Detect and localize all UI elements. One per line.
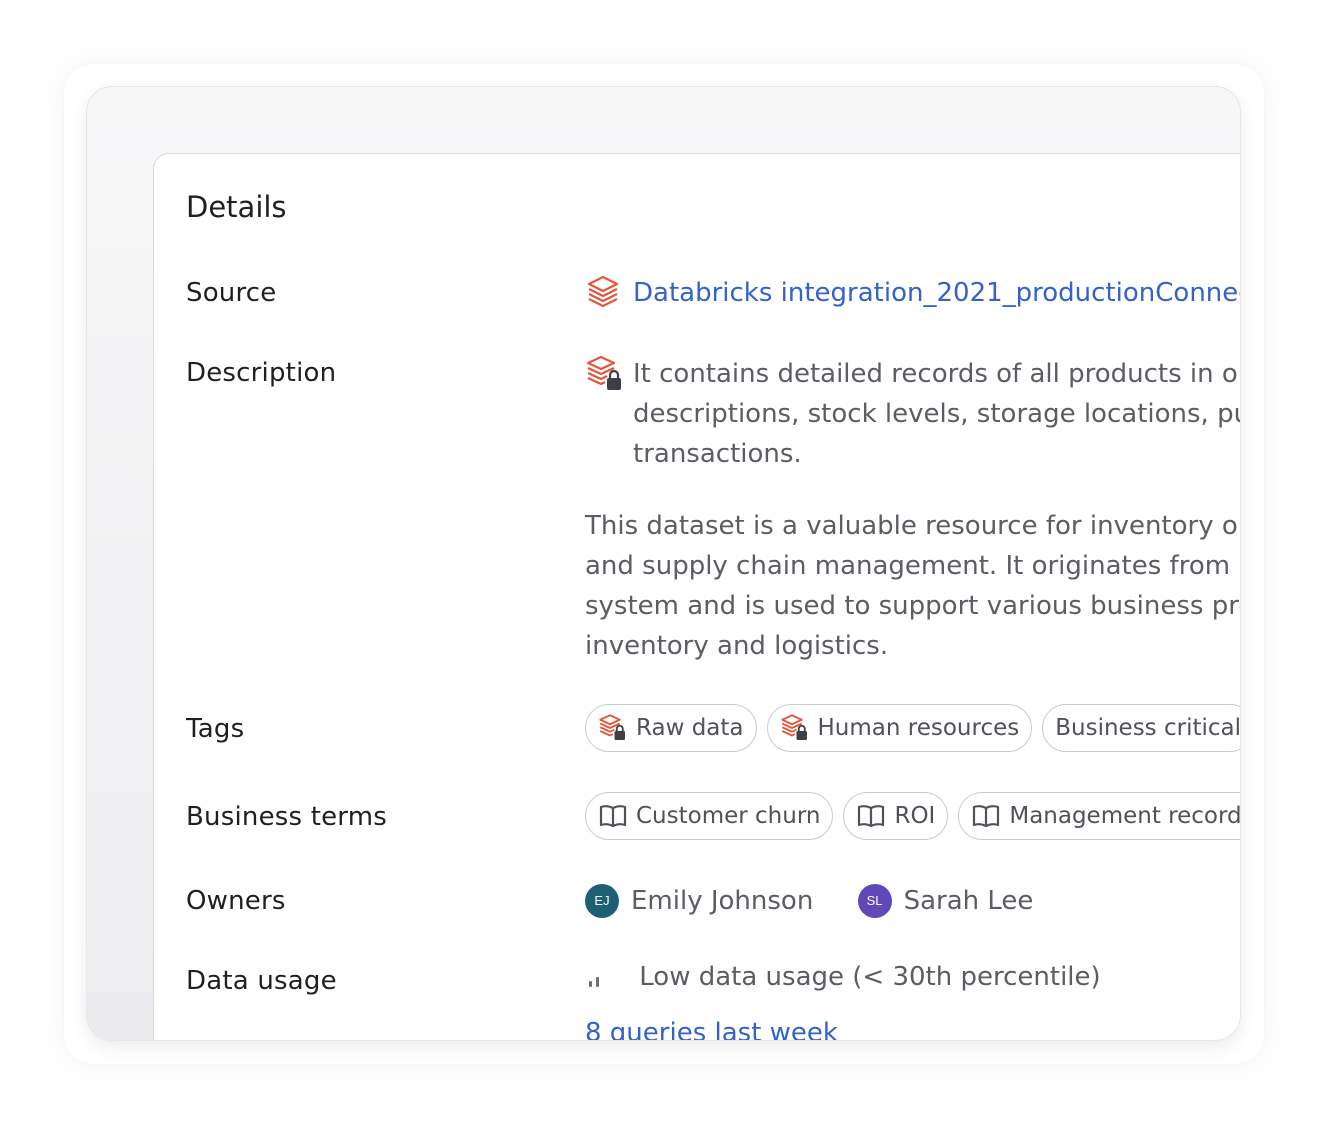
description-label: Description [186, 358, 337, 388]
business-term-chip[interactable]: Management records [958, 792, 1241, 840]
tag-label: Human resources [817, 715, 1020, 741]
business-term-label: Management records [1009, 803, 1241, 829]
description-line: descriptions, stock levels, storage loca… [633, 399, 1240, 429]
tags-list: Raw data Human resources Business critic… [585, 704, 1241, 752]
data-usage-label: Data usage [186, 966, 337, 996]
owners-list: EJ Emily Johnson SL Sarah Lee [585, 882, 1069, 918]
description-line: This dataset is a valuable resource for … [585, 511, 1240, 541]
usage-bars-icon [585, 963, 621, 993]
databricks-lock-icon [586, 355, 621, 390]
business-term-label: ROI [894, 803, 936, 829]
book-icon [858, 805, 885, 828]
business-terms-list: Customer churn ROI Management records [585, 792, 1241, 840]
business-term-label: Customer churn [636, 803, 821, 829]
description-paragraph: This dataset is a valuable resource for … [585, 506, 1240, 666]
tags-label: Tags [186, 714, 245, 744]
description-line: transactions. [633, 439, 802, 469]
avatar: SL [857, 883, 892, 918]
queries-link[interactable]: 8 queries last week [585, 1018, 838, 1040]
avatar: EJ [585, 883, 619, 918]
business-term-chip[interactable]: Customer churn [585, 792, 834, 840]
source-label: Source [186, 278, 277, 308]
details-card: Details Source Databricks integration_20… [153, 153, 1241, 1040]
owner-name: Sarah Lee [903, 885, 1034, 916]
data-usage-value: Low data usage (< 30th percentile) [585, 962, 1101, 993]
owner-name: Emily Johnson [631, 885, 814, 916]
data-usage-text: Low data usage (< 30th percentile) [639, 962, 1101, 992]
tag-chip[interactable]: Business critical [1042, 704, 1241, 752]
book-icon [599, 805, 627, 828]
owner-item[interactable]: SL Sarah Lee [857, 883, 1034, 918]
window-frame: Details Source Databricks integration_20… [86, 86, 1241, 1041]
description-text: It contains detailed records of all prod… [633, 354, 1241, 474]
description-line: It contains detailed records of all prod… [633, 359, 1241, 389]
description-line: inventory and logistics. [585, 631, 889, 661]
business-terms-label: Business terms [186, 802, 388, 832]
tag-label: Raw data [636, 715, 744, 741]
owners-label: Owners [186, 886, 286, 916]
business-term-chip[interactable]: ROI [843, 792, 949, 840]
owner-item[interactable]: EJ Emily Johnson [585, 883, 814, 918]
details-title: Details [186, 190, 287, 224]
databricks-lock-icon [780, 714, 807, 740]
tag-label: Business critical [1055, 715, 1241, 741]
source-link[interactable]: Databricks integration_2021_productionCo… [633, 278, 1240, 308]
book-icon [973, 805, 1000, 828]
description-line: system and is used to support various bu… [585, 591, 1240, 621]
tag-chip[interactable]: Raw data [585, 704, 757, 752]
databricks-icon [587, 275, 619, 308]
tag-chip[interactable]: Human resources [766, 704, 1033, 752]
databricks-lock-icon [599, 714, 625, 740]
description-line: and supply chain management. It originat… [585, 551, 1240, 581]
